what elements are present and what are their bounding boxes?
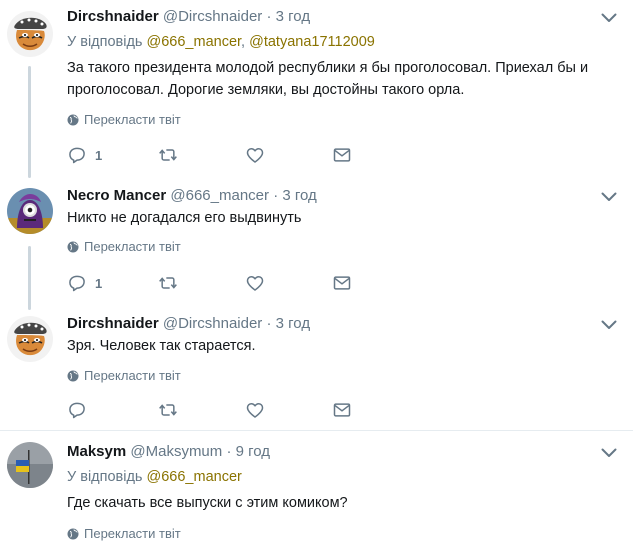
reply-user-link[interactable]: @666_mancer: [147, 469, 242, 485]
separator-dot: ·: [266, 8, 272, 25]
translate-label: Перекласти твіт: [84, 239, 181, 254]
timestamp[interactable]: 3 год: [282, 187, 316, 204]
tweet-actions: 1: [67, 272, 367, 294]
retweet-icon: [158, 273, 178, 293]
display-name[interactable]: Maksym: [67, 443, 126, 460]
reply-prefix: У відповідь: [67, 469, 143, 485]
tweet-text: Зря. Человек так старается.: [67, 338, 256, 354]
tweet-header: Dircshnaider @Dircshnaider · 3 год: [67, 8, 310, 26]
tweet-text: За такого президента молодой республики …: [67, 60, 589, 98]
retweet-button[interactable]: [158, 399, 178, 421]
tweet[interactable]: Necro Mancer @666_mancer · 3 год Никто н…: [0, 180, 633, 308]
user-handle[interactable]: @Maksymum: [130, 443, 222, 460]
translate-link[interactable]: Перекласти твіт: [67, 526, 181, 542]
chevron-down-icon[interactable]: [601, 192, 617, 202]
direct-message-button[interactable]: [332, 144, 352, 166]
chevron-down-icon[interactable]: [601, 13, 617, 23]
like-button[interactable]: [245, 272, 265, 294]
reply-to: У відповідь @666_mancer, @tatyana1711200…: [67, 33, 375, 51]
globe-icon: [67, 114, 79, 126]
avatar[interactable]: [7, 11, 53, 57]
envelope-icon: [332, 145, 352, 165]
translate-link[interactable]: Перекласти твіт: [67, 368, 181, 384]
avatar-image-icon: [7, 316, 53, 362]
avatar-image-icon: [7, 188, 53, 234]
tweet-header: Necro Mancer @666_mancer · 3 год: [67, 187, 317, 205]
timestamp[interactable]: 3 год: [276, 315, 310, 332]
retweet-icon: [158, 145, 178, 165]
retweet-button[interactable]: [158, 144, 178, 166]
reply-icon: [67, 273, 87, 293]
translate-link[interactable]: Перекласти твіт: [67, 239, 181, 255]
globe-icon: [67, 370, 79, 382]
display-name[interactable]: Necro Mancer: [67, 187, 166, 204]
reply-icon: [67, 145, 87, 165]
timestamp[interactable]: 9 год: [236, 443, 270, 460]
reply-icon: [67, 400, 87, 420]
separator-dot: ·: [226, 443, 232, 460]
tweet[interactable]: Dircshnaider @Dircshnaider · 3 год У від…: [0, 0, 633, 180]
chevron-down-icon[interactable]: [601, 448, 617, 458]
avatar[interactable]: [7, 188, 53, 234]
like-button[interactable]: [245, 144, 265, 166]
separator-dot: ·: [273, 187, 279, 204]
globe-icon: [67, 241, 79, 253]
timestamp[interactable]: 3 год: [276, 8, 310, 25]
chevron-down-icon[interactable]: [601, 320, 617, 330]
tweet[interactable]: Dircshnaider @Dircshnaider · 3 год Зря. …: [0, 308, 633, 430]
reply-prefix: У відповідь: [67, 34, 143, 50]
reply-to: У відповідь @666_mancer: [67, 468, 242, 486]
reply-button[interactable]: 1: [67, 144, 102, 166]
tweet-text: Где скачать все выпуски с этим комиком?: [67, 495, 348, 511]
user-handle[interactable]: @666_mancer: [170, 187, 269, 204]
retweet-button[interactable]: [158, 272, 178, 294]
avatar-image-icon: [7, 442, 53, 488]
direct-message-button[interactable]: [332, 272, 352, 294]
tweet-text: Никто не догадался его выдвинуть: [67, 210, 302, 226]
separator-dot: ·: [266, 315, 272, 332]
heart-icon: [245, 400, 265, 420]
envelope-icon: [332, 273, 352, 293]
reply-count: 1: [95, 275, 103, 291]
reply-separator: ,: [241, 34, 246, 50]
tweet[interactable]: Maksym @Maksymum · 9 год У відповідь @66…: [0, 431, 633, 542]
reply-user-link[interactable]: @tatyana17112009: [249, 34, 375, 50]
tweet-actions: [67, 399, 367, 421]
reply-count: 1: [95, 147, 103, 163]
translate-label: Перекласти твіт: [84, 368, 181, 383]
avatar[interactable]: [7, 316, 53, 362]
reply-button[interactable]: 1: [67, 272, 102, 294]
user-handle[interactable]: @Dircshnaider: [163, 8, 262, 25]
translate-label: Перекласти твіт: [84, 526, 181, 541]
translate-label: Перекласти твіт: [84, 112, 181, 127]
display-name[interactable]: Dircshnaider: [67, 8, 159, 25]
tweet-actions: 1: [67, 144, 367, 166]
globe-icon: [67, 528, 79, 540]
tweet-header: Dircshnaider @Dircshnaider · 3 год: [67, 315, 310, 333]
reply-user-link[interactable]: @666_mancer: [147, 34, 242, 50]
envelope-icon: [332, 400, 352, 420]
display-name[interactable]: Dircshnaider: [67, 315, 159, 332]
user-handle[interactable]: @Dircshnaider: [163, 315, 262, 332]
retweet-icon: [158, 400, 178, 420]
like-button[interactable]: [245, 399, 265, 421]
tweet-header: Maksym @Maksymum · 9 год: [67, 443, 270, 461]
direct-message-button[interactable]: [332, 399, 352, 421]
avatar[interactable]: [7, 442, 53, 488]
heart-icon: [245, 145, 265, 165]
avatar-image-icon: [7, 11, 53, 57]
translate-link[interactable]: Перекласти твіт: [67, 112, 181, 128]
reply-button[interactable]: [67, 399, 87, 421]
heart-icon: [245, 273, 265, 293]
